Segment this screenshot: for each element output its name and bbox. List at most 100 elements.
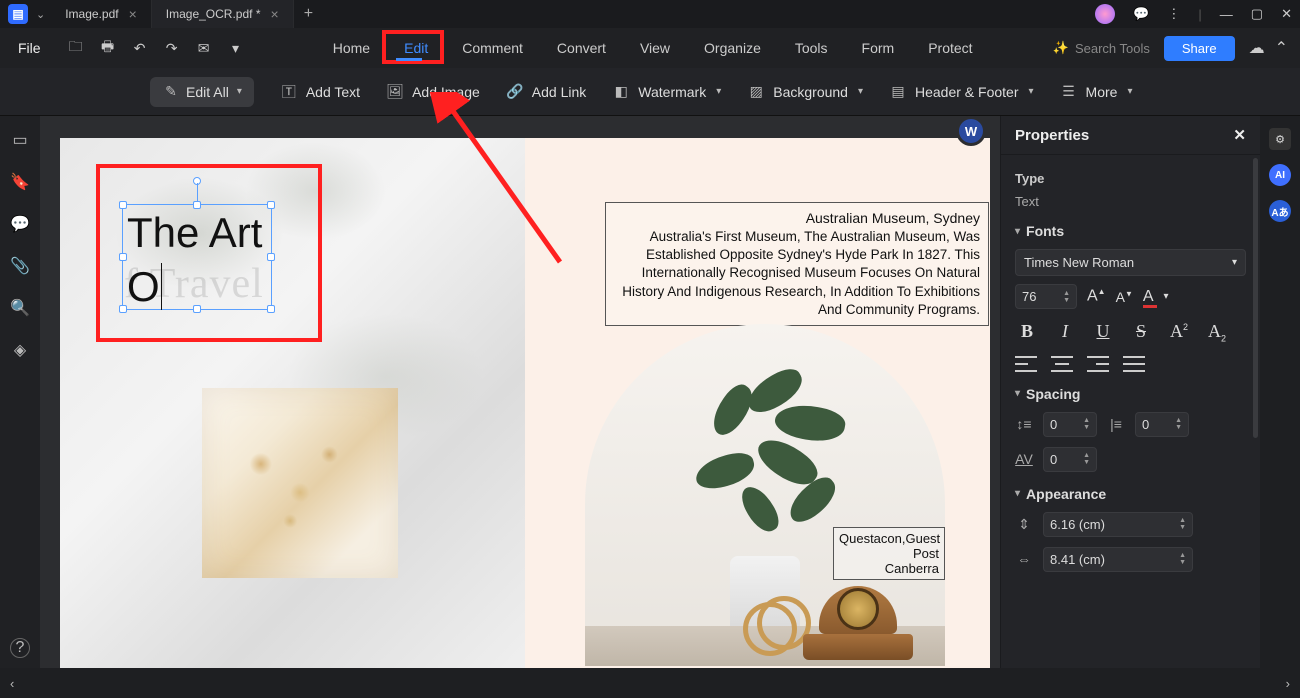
add-image-button[interactable]: 🖼 Add Image (386, 83, 480, 101)
decrease-font-icon[interactable]: A▼ (1116, 289, 1133, 305)
appearance-section-header[interactable]: Appearance (1015, 486, 1246, 502)
close-properties-icon[interactable]: ✕ (1233, 126, 1246, 144)
museum-text-box[interactable]: Australian Museum, Sydney Australia's Fi… (605, 202, 989, 326)
settings-sliders-icon[interactable]: ⚙ (1269, 128, 1291, 150)
chevron-down-icon: ▾ (1127, 86, 1132, 97)
height-input[interactable]: 6.16 (cm)▲▼ (1043, 512, 1193, 537)
char-spacing-input[interactable]: 0▲▼ (1043, 447, 1097, 472)
menu-convert[interactable]: Convert (555, 34, 608, 62)
background-button[interactable]: ▨ Background ▾ (747, 83, 863, 101)
add-text-button[interactable]: 🅃 Add Text (280, 83, 360, 101)
strikethrough-button[interactable]: S (1129, 321, 1153, 344)
align-justify-button[interactable] (1123, 356, 1145, 372)
word-export-badge[interactable]: W (956, 116, 986, 146)
kebab-menu-icon[interactable]: ⋮ (1167, 6, 1180, 22)
line-spacing-input[interactable]: 0▲▼ (1043, 412, 1097, 437)
more-button[interactable]: ☰ More ▾ (1060, 83, 1133, 101)
type-label: Type (1015, 171, 1246, 186)
search-tools[interactable]: ✨ Search Tools (1053, 40, 1150, 56)
line-spacing-icon: ↕≡ (1015, 416, 1033, 432)
watermark-button[interactable]: ◧ Watermark ▾ (612, 83, 721, 101)
chat-icon[interactable]: 💬 (1133, 6, 1149, 22)
menu-tools[interactable]: Tools (793, 34, 830, 62)
tab-image-pdf[interactable]: Image.pdf × (51, 0, 152, 28)
width-input[interactable]: 8.41 (cm)▲▼ (1043, 547, 1193, 572)
italic-button[interactable]: I (1053, 321, 1077, 344)
add-link-button[interactable]: 🔗 Add Link (506, 83, 586, 101)
align-left-button[interactable] (1015, 356, 1037, 372)
bookmark-icon[interactable]: 🔖 (10, 172, 30, 192)
menu-home[interactable]: Home (331, 34, 372, 62)
edit-all-label: Edit All (186, 84, 229, 100)
redo-icon[interactable]: ↷ (163, 40, 181, 57)
menu-form[interactable]: Form (860, 34, 897, 62)
superscript-button[interactable]: A2 (1167, 321, 1191, 344)
menu-comment[interactable]: Comment (460, 34, 525, 62)
text-line-1[interactable]: The Art (127, 209, 262, 256)
text-line-2[interactable]: O (127, 263, 160, 310)
thumbnail-icon[interactable]: ▭ (12, 130, 27, 150)
share-button[interactable]: Share (1164, 36, 1235, 61)
help-icon[interactable]: ? (10, 638, 30, 658)
tab-image-ocr-pdf[interactable]: Image_OCR.pdf * × (152, 0, 294, 28)
mail-icon[interactable]: ✉ (195, 40, 213, 57)
menu-organize[interactable]: Organize (702, 34, 763, 62)
next-page-button[interactable]: › (1286, 676, 1290, 691)
properties-title: Properties (1015, 127, 1089, 144)
underline-button[interactable]: U (1091, 321, 1115, 344)
print-icon[interactable]: 🖶 (99, 36, 117, 60)
align-right-button[interactable] (1087, 356, 1109, 372)
font-color-icon[interactable]: A (1143, 288, 1154, 306)
close-window-button[interactable]: ✕ (1281, 6, 1292, 22)
canberra-text-box[interactable]: Questacon,Guest Post Canberra (833, 527, 945, 580)
text-selection-box[interactable]: The Art O (122, 204, 272, 310)
character-spacing-icon: AV (1015, 451, 1033, 467)
subscript-button[interactable]: A2 (1205, 321, 1229, 344)
menu-view[interactable]: View (638, 34, 672, 62)
save-icon[interactable]: 🗀 (67, 36, 85, 60)
header-footer-button[interactable]: ▤ Header & Footer ▾ (889, 83, 1034, 101)
recent-dropdown-icon[interactable]: ⌄ (36, 8, 45, 21)
type-value: Text (1015, 194, 1246, 209)
bold-button[interactable]: B (1015, 321, 1039, 344)
properties-panel: Properties ✕ Type Text Fonts Times New R… (1000, 116, 1260, 668)
user-avatar[interactable] (1095, 4, 1115, 24)
fonts-section-header[interactable]: Fonts (1015, 223, 1246, 239)
paragraph-spacing-icon: |≡ (1107, 416, 1125, 432)
add-link-label: Add Link (532, 84, 586, 100)
paragraph-spacing-input[interactable]: 0▲▼ (1135, 412, 1189, 437)
layers-icon[interactable]: ◈ (14, 340, 26, 360)
ai-assistant-icon[interactable]: AI (1269, 164, 1291, 186)
undo-icon[interactable]: ↶ (131, 40, 149, 57)
file-menu[interactable]: File (6, 34, 53, 62)
cloud-sync-icon[interactable]: ☁ (1249, 38, 1265, 58)
align-center-button[interactable] (1051, 356, 1073, 372)
attachment-icon[interactable]: 📎 (10, 256, 30, 276)
properties-scrollbar[interactable] (1253, 158, 1258, 438)
font-family-select[interactable]: Times New Roman ▾ (1015, 249, 1246, 276)
spacing-section-header[interactable]: Spacing (1015, 386, 1246, 402)
minimize-button[interactable]: — (1220, 7, 1233, 22)
edit-all-button[interactable]: ✎ Edit All ▾ (150, 77, 254, 107)
status-bar: ‹ › (0, 668, 1300, 698)
comment-panel-icon[interactable]: 💬 (10, 214, 30, 234)
chevron-down-icon[interactable]: ▾ (1164, 291, 1169, 302)
quickbar-dropdown-icon[interactable]: ▾ (227, 40, 245, 57)
prev-page-button[interactable]: ‹ (10, 676, 14, 691)
menu-protect[interactable]: Protect (926, 34, 974, 62)
text-icon: 🅃 (280, 83, 298, 101)
add-image-label: Add Image (412, 84, 480, 100)
close-icon[interactable]: × (129, 6, 137, 22)
document-canvas[interactable]: f Travel The Art O (40, 116, 1000, 668)
chevron-down-icon: ▾ (858, 86, 863, 97)
close-icon[interactable]: × (271, 6, 279, 22)
museum-body: Australia's First Museum, The Australian… (614, 228, 980, 319)
font-size-input[interactable]: 76 ▲▼ (1015, 284, 1077, 309)
collapse-ribbon-icon[interactable]: ⌃ (1275, 38, 1288, 58)
increase-font-icon[interactable]: A▲ (1087, 287, 1106, 305)
ai-translate-icon[interactable]: Aあ (1269, 200, 1291, 222)
canberra-line2: Canberra (839, 561, 939, 576)
new-tab-button[interactable]: + (294, 5, 323, 23)
maximize-button[interactable]: ▢ (1251, 6, 1263, 22)
search-icon[interactable]: 🔍 (10, 298, 30, 318)
